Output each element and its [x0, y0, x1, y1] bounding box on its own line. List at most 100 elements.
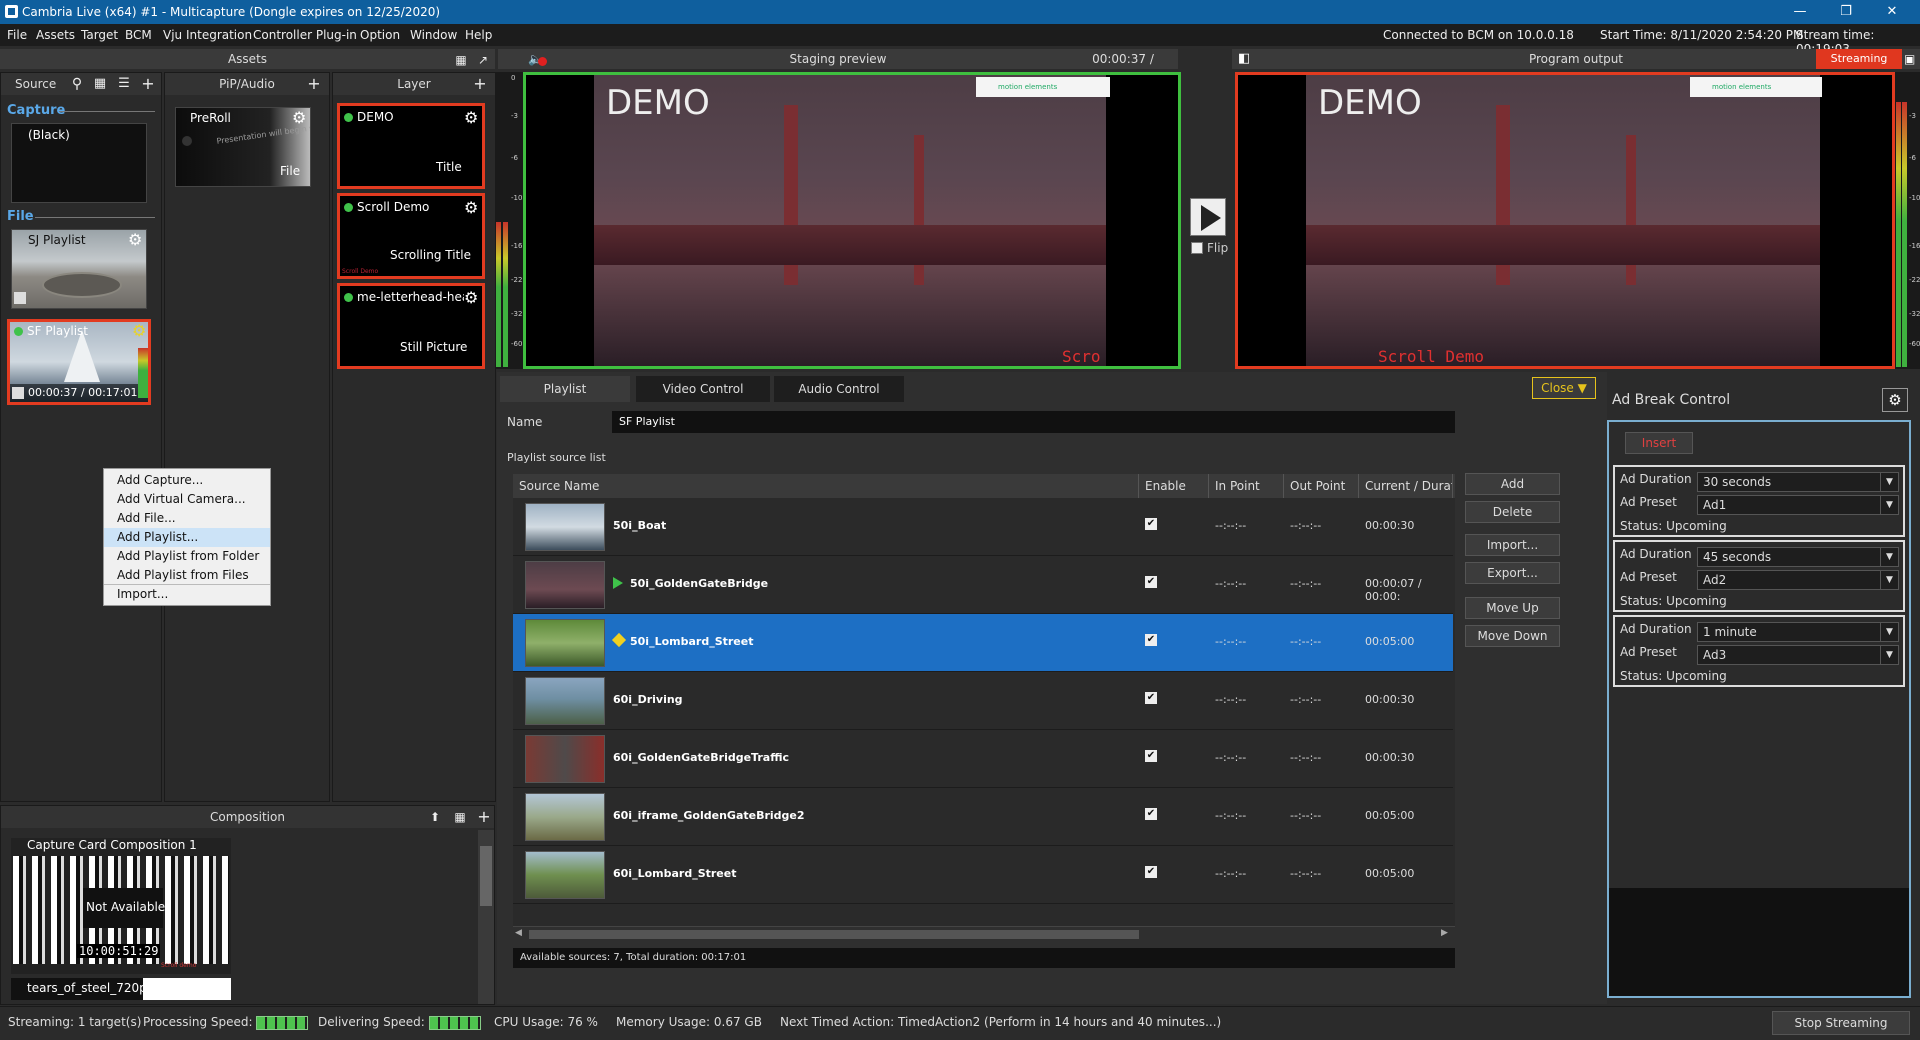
- ctx-add-file[interactable]: Add File...: [104, 509, 270, 528]
- layer-letterhead-gear-icon[interactable]: ⚙: [464, 290, 478, 306]
- tab-audio-control[interactable]: Audio Control: [774, 376, 904, 402]
- delete-button[interactable]: Delete: [1465, 501, 1560, 523]
- col-current-duration[interactable]: Current / Duration: [1359, 474, 1453, 498]
- enable-checkbox[interactable]: ✔: [1145, 518, 1157, 530]
- row-out-point: --:--:--: [1290, 577, 1322, 590]
- playlist-horizontal-scrollbar[interactable]: ◀ ▶: [513, 926, 1455, 942]
- tab-video-control[interactable]: Video Control: [636, 376, 770, 402]
- ctx-add-playlist-from-folder[interactable]: Add Playlist from Folder: [104, 547, 270, 566]
- source-title: Source: [15, 77, 57, 91]
- table-row[interactable]: 50i_Lombard_Street ✔ --:--:-- --:--:-- 0…: [513, 614, 1453, 672]
- table-row[interactable]: 60i_iframe_GoldenGateBridge2 ✔ --:--:-- …: [513, 788, 1453, 846]
- composition-grid-icon[interactable]: ▦: [451, 808, 469, 826]
- add-source-icon[interactable]: +: [139, 75, 157, 93]
- sf-playlist-gear-icon[interactable]: ⚙: [132, 323, 146, 339]
- ad-preset-select[interactable]: Ad2 ▼: [1697, 570, 1899, 590]
- move-down-button[interactable]: Move Down: [1465, 625, 1560, 647]
- preroll-thumbnail[interactable]: PreRoll ⚙ Presentation will begin shortl…: [175, 107, 311, 187]
- col-out-point[interactable]: Out Point: [1284, 474, 1359, 498]
- menu-target[interactable]: Target: [81, 28, 118, 42]
- playlist-name-input[interactable]: SF Playlist: [612, 411, 1455, 433]
- ad-preset-select[interactable]: Ad3 ▼: [1697, 645, 1899, 665]
- scrollbar-thumb[interactable]: [529, 930, 1139, 939]
- menu-help[interactable]: Help: [465, 28, 492, 42]
- sj-playlist-gear-icon[interactable]: ⚙: [128, 232, 142, 248]
- layer-demo[interactable]: DEMO ⚙ Title: [337, 103, 485, 189]
- col-source-name[interactable]: Source Name: [513, 474, 1139, 498]
- ctx-import[interactable]: Import...: [104, 585, 270, 604]
- menu-window[interactable]: Window: [410, 28, 457, 42]
- scroll-left-icon[interactable]: ◀: [515, 928, 522, 938]
- add-layer-icon[interactable]: +: [471, 75, 489, 93]
- ad-duration-select[interactable]: 1 minute ▼: [1697, 622, 1899, 642]
- status-processing: Processing Speed:: [143, 1015, 309, 1030]
- close-panel-button[interactable]: Close ▼: [1532, 377, 1596, 399]
- layer-demo-gear-icon[interactable]: ⚙: [464, 110, 478, 126]
- col-in-point[interactable]: In Point: [1209, 474, 1284, 498]
- move-up-button[interactable]: Move Up: [1465, 597, 1560, 619]
- sf-playlist-thumbnail[interactable]: SF Playlist ⚙ 00:00:37 / 00:17:01: [7, 319, 151, 405]
- layer-scroll-gear-icon[interactable]: ⚙: [464, 200, 478, 216]
- capture-black-thumbnail[interactable]: (Black): [11, 123, 147, 203]
- staging-preview-video[interactable]: DEMO motion elements Scro: [523, 72, 1181, 369]
- swap-icon[interactable]: ◧: [1238, 49, 1250, 69]
- enable-checkbox[interactable]: ✔: [1145, 866, 1157, 878]
- monitor-icon[interactable]: ▣: [1904, 49, 1915, 69]
- composition-item-1[interactable]: Capture Card Composition 1 Not Available…: [11, 838, 231, 974]
- search-icon[interactable]: ⚲: [68, 75, 86, 93]
- ctx-add-playlist-from-files[interactable]: Add Playlist from Files: [104, 566, 270, 585]
- insert-ad-button[interactable]: Insert: [1625, 432, 1693, 454]
- menu-vju-integration[interactable]: Vju Integration: [163, 28, 252, 42]
- minimize-button[interactable]: —: [1780, 2, 1820, 22]
- ad-duration-select[interactable]: 30 seconds ▼: [1697, 472, 1899, 492]
- ctx-add-playlist[interactable]: Add Playlist...: [104, 528, 270, 547]
- enable-checkbox[interactable]: ✔: [1145, 808, 1157, 820]
- composition-item-2[interactable]: tears_of_steel_720p: [11, 978, 231, 1000]
- menu-file[interactable]: File: [7, 28, 27, 42]
- grid-view-icon[interactable]: ▦: [452, 51, 470, 69]
- menu-assets[interactable]: Assets: [36, 28, 75, 42]
- table-row[interactable]: 60i_GoldenGateBridgeTraffic ✔ --:--:-- -…: [513, 730, 1453, 788]
- status-delivering: Delivering Speed:: [318, 1015, 481, 1030]
- layer-scroll-demo[interactable]: Scroll Demo ⚙ Scrolling Title Scroll Dem…: [337, 193, 485, 279]
- expand-icon[interactable]: ↗: [474, 51, 492, 69]
- grid-icon[interactable]: ▦: [91, 75, 109, 93]
- ad-settings-gear-icon[interactable]: ⚙: [1882, 388, 1908, 412]
- add-composition-icon[interactable]: +: [475, 808, 493, 826]
- ad-duration-select[interactable]: 45 seconds ▼: [1697, 547, 1899, 567]
- menu-option[interactable]: Option: [360, 28, 400, 42]
- enable-checkbox[interactable]: ✔: [1145, 634, 1157, 646]
- add-pip-icon[interactable]: +: [305, 75, 323, 93]
- scroll-right-icon[interactable]: ▶: [1441, 928, 1448, 938]
- export-button[interactable]: Export...: [1465, 562, 1560, 584]
- close-window-button[interactable]: ✕: [1872, 2, 1912, 22]
- ctx-add-virtual-camera[interactable]: Add Virtual Camera...: [104, 490, 270, 509]
- ctx-add-capture[interactable]: Add Capture...: [104, 471, 270, 490]
- ad-preset-select[interactable]: Ad1 ▼: [1697, 495, 1899, 515]
- program-tick-22: -22: [1909, 276, 1920, 284]
- tab-playlist[interactable]: Playlist: [500, 376, 630, 402]
- add-button[interactable]: Add: [1465, 473, 1560, 495]
- import-button[interactable]: Import...: [1465, 534, 1560, 556]
- sj-playlist-thumbnail[interactable]: SJ Playlist ⚙: [11, 229, 147, 309]
- enable-checkbox[interactable]: ✔: [1145, 692, 1157, 704]
- composition-scrollbar-thumb[interactable]: [480, 846, 492, 906]
- table-row[interactable]: 50i_Boat ✔ --:--:-- --:--:-- 00:00:30: [513, 498, 1453, 556]
- take-button[interactable]: [1190, 198, 1226, 236]
- upload-icon[interactable]: ⬆: [426, 808, 444, 826]
- flip-checkbox[interactable]: [1191, 242, 1203, 254]
- restore-button[interactable]: ❐: [1826, 2, 1866, 22]
- stop-streaming-button[interactable]: Stop Streaming: [1772, 1011, 1910, 1035]
- enable-checkbox[interactable]: ✔: [1145, 576, 1157, 588]
- not-available-label: Not Available: [86, 900, 166, 914]
- table-row[interactable]: 60i_Driving ✔ --:--:-- --:--:-- 00:00:30: [513, 672, 1453, 730]
- layer-letterhead[interactable]: me-letterhead-hea ⚙ Still Picture: [337, 283, 485, 369]
- table-row[interactable]: 50i_GoldenGateBridge ✔ --:--:-- --:--:--…: [513, 556, 1453, 614]
- enable-checkbox[interactable]: ✔: [1145, 750, 1157, 762]
- menu-bcm[interactable]: BCM: [125, 28, 152, 42]
- menu-controller-plugin[interactable]: Controller Plug-in: [253, 28, 357, 42]
- composition-scrollbar[interactable]: [478, 830, 494, 1004]
- list-icon[interactable]: ☰: [115, 75, 133, 93]
- table-row[interactable]: 60i_Lombard_Street ✔ --:--:-- --:--:-- 0…: [513, 846, 1453, 904]
- col-enable[interactable]: Enable: [1139, 474, 1209, 498]
